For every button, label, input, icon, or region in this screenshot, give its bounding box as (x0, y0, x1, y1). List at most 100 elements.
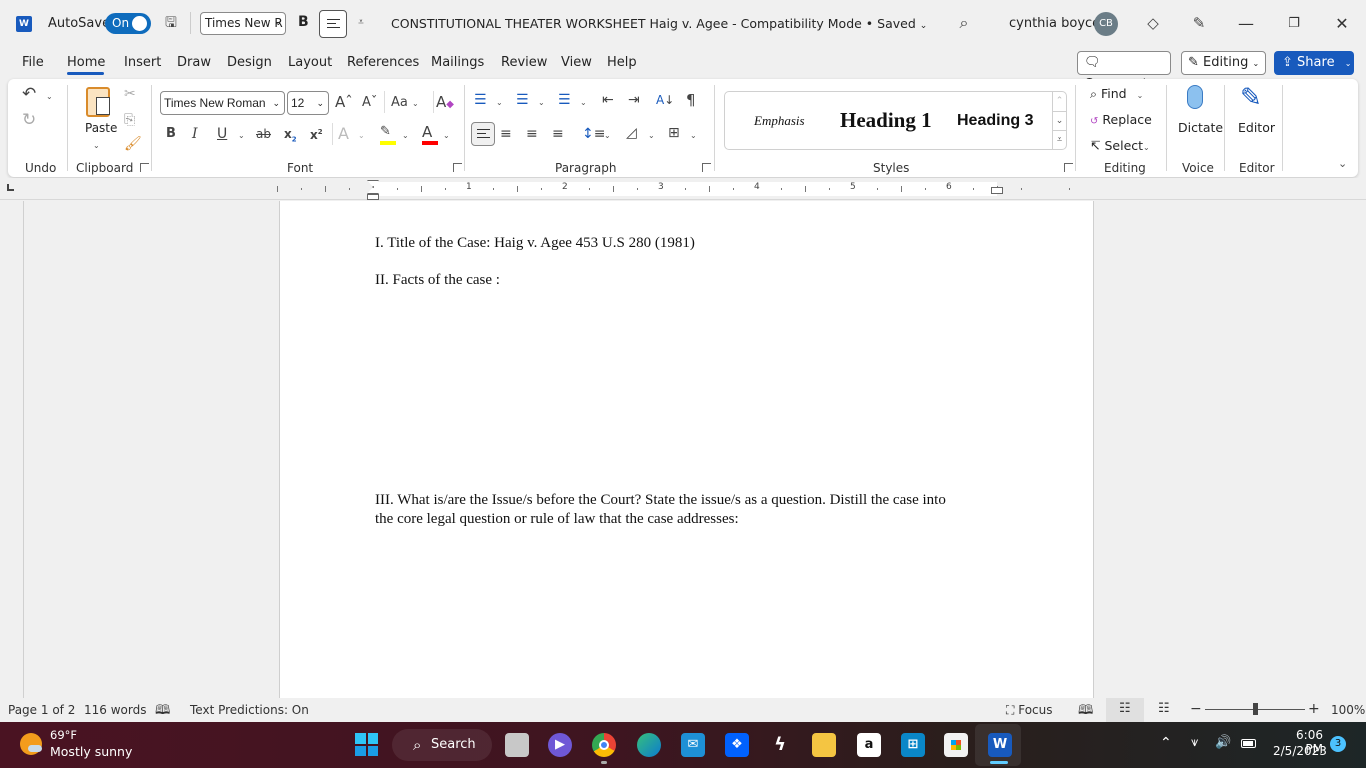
bullets-icon[interactable]: ☰ (474, 91, 487, 109)
clipboard-launcher-icon[interactable] (140, 163, 149, 172)
decrease-indent-icon[interactable]: ⇤ (602, 91, 614, 109)
styles-scroll-down-button[interactable]: ⌄ (1052, 111, 1066, 130)
horizontal-ruler[interactable]: 1 2 3 4 5 6 (0, 178, 1366, 200)
highlight-icon[interactable]: ✎ (380, 123, 391, 141)
document-title[interactable]: CONSTITUTIONAL THEATER WORKSHEET Haig v.… (391, 16, 927, 31)
qat-bold-button[interactable]: B (298, 14, 309, 30)
tab-file[interactable]: File (22, 55, 44, 70)
line-spacing-icon[interactable]: ↕≡ (582, 125, 605, 143)
tab-layout[interactable]: Layout (288, 55, 332, 70)
microsoft-store-icon[interactable] (944, 733, 968, 757)
style-emphasis[interactable]: Emphasis (754, 92, 805, 149)
microphone-icon[interactable] (1187, 85, 1203, 109)
wifi-icon[interactable]: ⩛ (1191, 735, 1198, 750)
italic-button[interactable]: I (192, 125, 198, 143)
app-tile-icon[interactable]: ⊞ (901, 733, 925, 757)
document-page[interactable]: I. Title of the Case: Haig v. Agee 453 U… (279, 201, 1094, 698)
battery-icon[interactable] (1241, 739, 1256, 748)
paste-icon[interactable] (86, 87, 110, 117)
clock-date[interactable]: 2/5/2023 (1273, 744, 1327, 758)
chevron-down-icon[interactable]: ⌄ (443, 127, 450, 145)
chevron-down-icon[interactable]: ⌄ (604, 127, 611, 145)
font-name-select[interactable]: Times New Roman ⌄ (160, 91, 285, 115)
doc-paragraph-title[interactable]: I. Title of the Case: Haig v. Agee 453 U… (375, 234, 695, 253)
chrome-icon[interactable] (592, 733, 616, 757)
editing-mode-button[interactable]: ✎ Editing ⌄ (1181, 51, 1266, 75)
change-case-button[interactable]: Aa ⌄ (391, 94, 419, 113)
shrink-font-icon[interactable]: Aˇ (362, 94, 377, 112)
find-button[interactable]: ⌕ Find ⌄ (1090, 86, 1143, 102)
paragraph-launcher-icon[interactable] (702, 163, 711, 172)
editor-pen-icon[interactable]: ✎ (1240, 83, 1262, 113)
underline-button[interactable]: U (217, 125, 227, 143)
page-count[interactable]: Page 1 of 2 (8, 703, 75, 717)
qat-align-left-button[interactable] (319, 10, 347, 38)
word-icon[interactable]: W (988, 733, 1012, 757)
zoom-out-button[interactable]: − (1190, 701, 1202, 717)
text-predictions-status[interactable]: Text Predictions: On (190, 703, 309, 717)
chevron-down-icon[interactable]: ⌄ (402, 127, 409, 145)
bold-button[interactable]: B (166, 125, 176, 143)
proofing-book-icon[interactable]: 🕮 (155, 701, 170, 723)
tab-draw[interactable]: Draw (177, 55, 211, 70)
align-left-button[interactable] (471, 122, 495, 146)
paste-button[interactable]: Paste (85, 121, 117, 135)
tab-selector-icon[interactable] (7, 184, 14, 191)
tab-mailings[interactable]: Mailings (431, 55, 484, 70)
tab-references[interactable]: References (347, 55, 419, 70)
increase-indent-icon[interactable]: ⇥ (628, 91, 640, 109)
teams-chat-icon[interactable]: ▶ (548, 733, 572, 757)
chevron-down-icon[interactable]: ⌄ (648, 127, 655, 145)
redo-icon[interactable]: ↻ (22, 111, 36, 129)
weather-temp[interactable]: 69°F (50, 728, 77, 742)
style-heading-1[interactable]: Heading 1 (840, 92, 932, 149)
styles-launcher-icon[interactable] (1064, 163, 1073, 172)
chevron-down-icon[interactable]: ⌄ (358, 127, 365, 145)
tab-review[interactable]: Review (501, 55, 547, 70)
weather-description[interactable]: Mostly sunny (50, 744, 132, 759)
customize-qat-icon[interactable]: ⩡ (352, 14, 370, 32)
share-button[interactable]: ⇪ Share ⌄ (1274, 51, 1354, 75)
comments-button[interactable]: 🗨 Comments (1077, 51, 1171, 92)
style-heading-3[interactable]: Heading 3 (957, 92, 1033, 149)
doc-paragraph-issue-line-2[interactable]: the core legal question or rule of law t… (375, 510, 739, 529)
windows-start-icon[interactable] (355, 733, 378, 756)
replace-button[interactable]: ↺ Replace (1090, 112, 1152, 127)
word-count[interactable]: 116 words (84, 703, 146, 717)
borders-icon[interactable]: ⊞ (668, 124, 680, 142)
avatar[interactable]: CB (1094, 12, 1118, 36)
tab-design[interactable]: Design (227, 55, 272, 70)
font-size-select[interactable]: 12 ⌄ (287, 91, 329, 115)
chevron-down-icon[interactable]: ⌄ (580, 94, 587, 112)
doc-paragraph-issue-line-1[interactable]: III. What is/are the Issue/s before the … (375, 491, 946, 510)
search-icon[interactable]: ⌕ (955, 14, 973, 32)
task-view-icon[interactable] (505, 733, 529, 757)
chevron-down-icon[interactable]: ⌄ (690, 127, 697, 145)
sort-icon[interactable]: A↓ (656, 91, 674, 109)
align-center-icon[interactable]: ≡ (500, 125, 512, 143)
dropbox-icon[interactable]: ❖ (725, 733, 749, 757)
chevron-down-icon[interactable]: ⌄ (46, 88, 53, 106)
zoom-level[interactable]: 100% (1331, 703, 1365, 717)
grow-font-icon[interactable]: Aˆ (335, 93, 353, 111)
zoom-in-button[interactable]: + (1308, 701, 1320, 717)
font-launcher-icon[interactable] (453, 163, 462, 172)
save-icon[interactable]: 🖫 (162, 14, 180, 32)
chevron-down-icon[interactable]: ⌄ (538, 94, 545, 112)
print-layout-button[interactable]: ☷ (1106, 698, 1144, 722)
show-hidden-icons-button[interactable]: ⌃ (1160, 735, 1172, 751)
clear-formatting-icon[interactable]: A◆ (436, 93, 454, 114)
numbering-icon[interactable]: ☰ (516, 91, 529, 109)
autosave-toggle[interactable]: On (105, 13, 151, 34)
subscript-button[interactable]: x2 (284, 125, 297, 148)
chevron-down-icon[interactable]: ⌄ (238, 127, 245, 145)
restore-button[interactable]: ❐ (1282, 12, 1306, 36)
right-indent-marker[interactable] (991, 187, 1003, 194)
designer-icon[interactable]: ✎ (1190, 14, 1208, 32)
left-indent-marker[interactable] (367, 194, 379, 200)
align-right-icon[interactable]: ≡ (526, 125, 538, 143)
taskbar-search-button[interactable]: ⌕ Search (392, 729, 492, 761)
amazon-icon[interactable]: a (857, 733, 881, 757)
volume-icon[interactable]: 🔊 (1215, 735, 1231, 750)
file-explorer-icon[interactable] (812, 733, 836, 757)
